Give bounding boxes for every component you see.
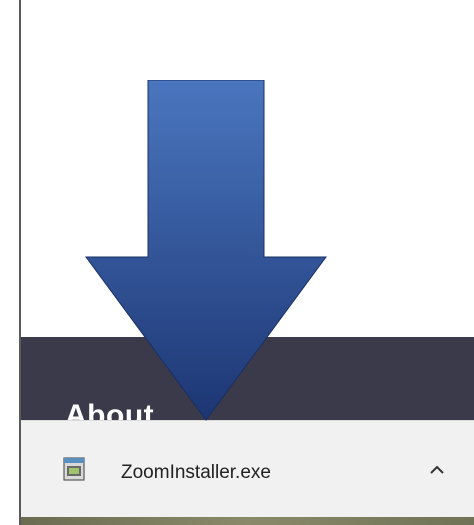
- download-file-name[interactable]: ZoomInstaller.exe: [121, 462, 271, 484]
- chevron-up-icon[interactable]: [426, 459, 448, 481]
- exe-file-icon: [63, 457, 85, 481]
- taskbar-strip: [21, 517, 474, 525]
- download-bar: ZoomInstaller.exe: [21, 420, 474, 518]
- site-footer: About: [21, 337, 474, 425]
